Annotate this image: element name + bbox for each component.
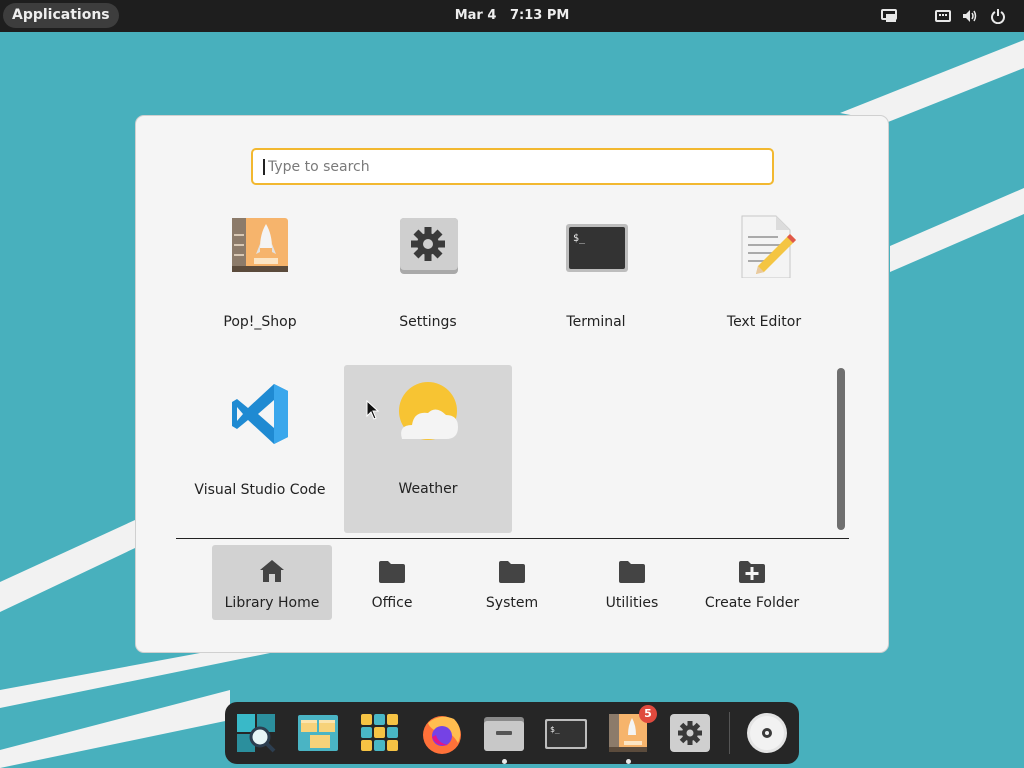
workspaces-icon[interactable] bbox=[296, 711, 340, 755]
search-input[interactable] bbox=[268, 150, 763, 183]
dock-separator bbox=[729, 712, 730, 754]
app-tile-terminal[interactable]: $_ Terminal bbox=[512, 198, 680, 366]
running-indicator bbox=[626, 759, 631, 764]
time-label[interactable]: 7:13 PM bbox=[510, 8, 569, 23]
app-label: Text Editor bbox=[726, 314, 802, 330]
app-tile-visual-studio-code[interactable]: Visual Studio Code bbox=[176, 366, 344, 534]
update-count-badge: 5 bbox=[639, 705, 657, 723]
vscode-icon bbox=[232, 384, 288, 444]
folder-utilities[interactable]: Utilities bbox=[572, 545, 692, 620]
clock: Mar 4 7:13 PM bbox=[0, 0, 1024, 32]
weather-icon bbox=[399, 382, 458, 440]
app-tile-pop-shop[interactable]: Pop!_Shop bbox=[176, 198, 344, 366]
folder-label: Create Folder bbox=[704, 595, 800, 611]
search-launcher-icon[interactable] bbox=[234, 711, 278, 755]
folder-office[interactable]: Office bbox=[332, 545, 452, 620]
create-folder-button[interactable]: Create Folder bbox=[692, 545, 812, 620]
app-tile-settings[interactable]: Settings bbox=[344, 198, 512, 366]
app-label: Visual Studio Code bbox=[194, 482, 326, 498]
text-caret bbox=[263, 159, 265, 175]
app-grid-icon[interactable] bbox=[358, 711, 402, 755]
folder-label: Utilities bbox=[605, 595, 659, 611]
top-panel: Applications Mar 4 7:13 PM bbox=[0, 0, 1024, 32]
settings-gear-icon[interactable] bbox=[668, 711, 712, 755]
folder-icon bbox=[619, 561, 645, 583]
folder-library-home[interactable]: Library Home bbox=[212, 545, 332, 620]
terminal-prompt: $_ bbox=[573, 233, 586, 244]
search-box[interactable] bbox=[251, 148, 774, 185]
display-icon[interactable] bbox=[881, 8, 897, 24]
app-label: Weather bbox=[398, 481, 458, 497]
power-icon[interactable] bbox=[990, 8, 1006, 24]
folder-label: Office bbox=[371, 595, 413, 611]
folder-label: System bbox=[485, 595, 539, 611]
app-tile-weather[interactable]: Weather bbox=[344, 365, 512, 533]
folder-icon bbox=[379, 561, 405, 583]
dock: $_ 5 bbox=[225, 702, 799, 764]
folder-icon bbox=[499, 561, 525, 583]
files-icon[interactable] bbox=[482, 711, 526, 755]
applications-button[interactable]: Applications bbox=[3, 3, 119, 28]
folder-label: Library Home bbox=[224, 595, 320, 611]
pop-shop-icon bbox=[232, 218, 288, 272]
terminal-icon: $_ bbox=[566, 224, 628, 272]
terminal-icon[interactable]: $_ bbox=[544, 711, 588, 755]
scrollbar[interactable] bbox=[837, 368, 845, 530]
mouse-pointer-icon bbox=[366, 400, 380, 420]
firefox-icon[interactable] bbox=[420, 711, 464, 755]
terminal-prompt: $_ bbox=[550, 725, 560, 734]
app-label: Pop!_Shop bbox=[223, 314, 297, 330]
folder-system[interactable]: System bbox=[452, 545, 572, 620]
running-indicator bbox=[502, 759, 507, 764]
settings-gear-icon bbox=[400, 218, 458, 274]
divider bbox=[176, 538, 849, 539]
disc-icon[interactable] bbox=[745, 711, 789, 755]
keyboard-icon[interactable] bbox=[935, 8, 951, 24]
folder-add-icon bbox=[739, 561, 765, 583]
app-tile-text-editor[interactable]: Text Editor bbox=[680, 198, 848, 366]
volume-icon[interactable] bbox=[962, 8, 978, 24]
date-label[interactable]: Mar 4 bbox=[455, 8, 497, 23]
application-library: Pop!_Shop Settings $_ bbox=[135, 115, 889, 653]
text-editor-icon bbox=[741, 215, 796, 278]
home-icon bbox=[260, 560, 284, 582]
app-label: Terminal bbox=[566, 314, 626, 330]
app-label: Settings bbox=[399, 314, 457, 330]
